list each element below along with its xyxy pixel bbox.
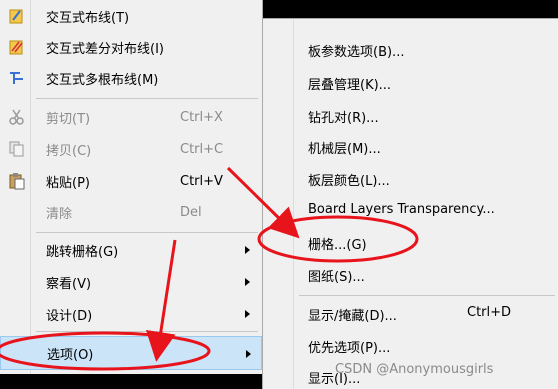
highlight-ellipse-options: [0, 331, 211, 371]
arrow-to-grid: [226, 166, 300, 239]
annotation-overlay: [0, 166, 419, 371]
watermark: CSDN @Anonymousgirls: [335, 362, 494, 377]
arrow-to-options: [145, 239, 177, 362]
